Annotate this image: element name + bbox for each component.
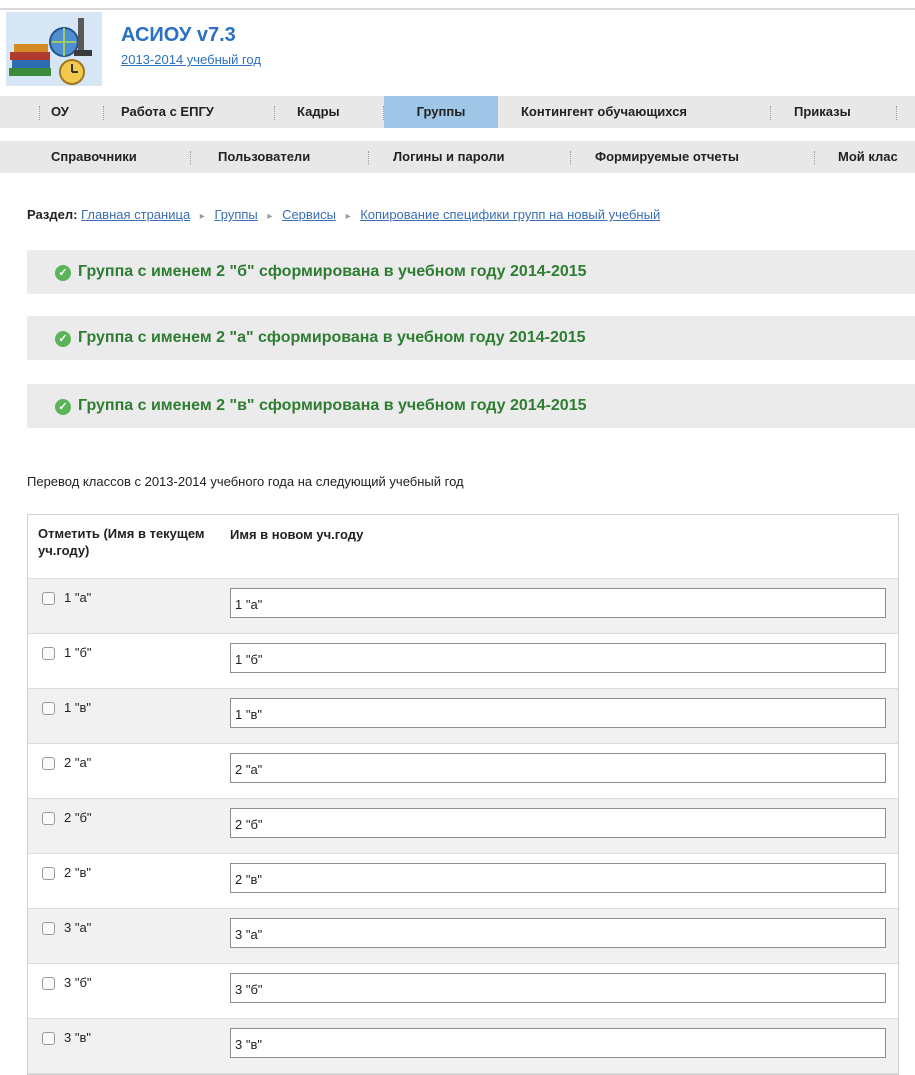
current-class-name: 2 "а" xyxy=(64,755,92,770)
new-class-name-input[interactable] xyxy=(230,918,886,948)
new-class-name-input[interactable] xyxy=(230,863,886,893)
new-class-name-input[interactable] xyxy=(230,753,886,783)
row-checkbox[interactable] xyxy=(42,1032,55,1045)
breadcrumb: Раздел: Главная страница ▸ Группы ▸ Серв… xyxy=(27,207,660,222)
breadcrumb-label: Раздел: xyxy=(27,207,78,222)
notice-text: Группа с именем 2 "в" сформирована в уче… xyxy=(78,397,587,414)
table-row: 1 "в" xyxy=(28,689,898,744)
column-header-new: Имя в новом уч.году xyxy=(230,527,364,542)
check-circle-icon: ✓ xyxy=(55,331,71,347)
new-class-name-input[interactable] xyxy=(230,588,886,618)
current-class-name: 3 "в" xyxy=(64,1030,91,1045)
menu-item-otchety[interactable]: Формируемые отчеты xyxy=(595,141,739,173)
notice-text: Группа с именем 2 "а" сформирована в уче… xyxy=(78,329,586,346)
row-checkbox[interactable] xyxy=(42,647,55,660)
menu-item-epgu[interactable]: Работа с ЕПГУ xyxy=(121,96,214,128)
table-row: 1 "б" xyxy=(28,634,898,689)
menu-separator xyxy=(190,151,191,165)
current-class-name: 1 "б" xyxy=(64,645,92,660)
table-row: 3 "а" xyxy=(28,909,898,964)
menu-separator xyxy=(39,106,40,120)
class-transfer-table: Отметить (Имя в текущем уч.году) Имя в н… xyxy=(27,514,899,1075)
breadcrumb-separator-icon: ▸ xyxy=(199,211,205,222)
row-checkbox[interactable] xyxy=(42,592,55,605)
breadcrumb-link-current[interactable]: Копирование специфики групп на новый уче… xyxy=(360,207,660,222)
section-intro-text: Перевод классов с 2013-2014 учебного год… xyxy=(27,474,464,489)
current-class-name: 3 "а" xyxy=(64,920,92,935)
breadcrumb-link-gruppy[interactable]: Группы xyxy=(214,207,257,222)
menu-separator xyxy=(274,106,275,120)
menu-item-gruppy[interactable]: Группы xyxy=(384,96,498,128)
notice-text: Группа с именем 2 "б" сформирована в уче… xyxy=(78,263,587,280)
table-header: Отметить (Имя в текущем уч.году) Имя в н… xyxy=(28,515,898,579)
new-class-name-input[interactable] xyxy=(230,1028,886,1058)
table-row: 2 "в" xyxy=(28,854,898,909)
current-class-name: 2 "б" xyxy=(64,810,92,825)
menu-item-loginy[interactable]: Логины и пароли xyxy=(393,141,505,173)
menu-item-kadry[interactable]: Кадры xyxy=(297,96,340,128)
menu-item-prikazy[interactable]: Приказы xyxy=(794,96,851,128)
row-checkbox[interactable] xyxy=(42,757,55,770)
menu-item-ou[interactable]: ОУ xyxy=(51,96,69,128)
current-class-name: 1 "в" xyxy=(64,700,91,715)
breadcrumb-separator-icon: ▸ xyxy=(345,211,351,222)
table-row: 2 "б" xyxy=(28,799,898,854)
menu-separator xyxy=(770,106,771,120)
menu-separator xyxy=(103,106,104,120)
current-class-name: 2 "в" xyxy=(64,865,91,880)
row-checkbox[interactable] xyxy=(42,702,55,715)
app-header xyxy=(0,10,915,88)
app-title: АСИОУ v7.3 xyxy=(121,24,236,46)
school-year-link[interactable]: 2013-2014 учебный год xyxy=(121,52,261,67)
column-header-current: Отметить (Имя в текущем уч.году) xyxy=(38,526,205,558)
success-notice: ✓ Группа с именем 2 "б" сформирована в у… xyxy=(27,250,915,294)
current-class-name: 1 "а" xyxy=(64,590,92,605)
breadcrumb-link-home[interactable]: Главная страница xyxy=(81,207,190,222)
current-class-name: 3 "б" xyxy=(64,975,92,990)
success-notice: ✓ Группа с именем 2 "а" сформирована в у… xyxy=(27,316,915,360)
success-notice: ✓ Группа с именем 2 "в" сформирована в у… xyxy=(27,384,915,428)
main-menu-row-2: Справочники Пользователи Логины и пароли… xyxy=(0,141,915,173)
new-class-name-input[interactable] xyxy=(230,973,886,1003)
menu-separator xyxy=(570,151,571,165)
row-checkbox[interactable] xyxy=(42,867,55,880)
check-circle-icon: ✓ xyxy=(55,265,71,281)
menu-item-kontingent[interactable]: Контингент обучающихся xyxy=(521,96,687,128)
books-globe-clock-logo xyxy=(6,12,102,86)
new-class-name-input[interactable] xyxy=(230,643,886,673)
breadcrumb-link-servisy[interactable]: Сервисы xyxy=(282,207,336,222)
new-class-name-input[interactable] xyxy=(230,808,886,838)
menu-separator xyxy=(368,151,369,165)
menu-separator xyxy=(896,106,897,120)
table-row: 2 "а" xyxy=(28,744,898,799)
menu-item-spravochniki[interactable]: Справочники xyxy=(51,141,137,173)
row-checkbox[interactable] xyxy=(42,812,55,825)
table-row: 3 "б" xyxy=(28,964,898,1019)
row-checkbox[interactable] xyxy=(42,977,55,990)
menu-item-polzovateli[interactable]: Пользователи xyxy=(218,141,310,173)
row-checkbox[interactable] xyxy=(42,922,55,935)
check-circle-icon: ✓ xyxy=(55,399,71,415)
menu-item-moy-klass[interactable]: Мой клас xyxy=(838,141,898,173)
main-menu-row-1: ОУ Работа с ЕПГУ Кадры Группы Контингент… xyxy=(0,96,915,128)
new-class-name-input[interactable] xyxy=(230,698,886,728)
menu-separator xyxy=(814,151,815,165)
breadcrumb-separator-icon: ▸ xyxy=(267,211,273,222)
table-row: 1 "а" xyxy=(28,579,898,634)
